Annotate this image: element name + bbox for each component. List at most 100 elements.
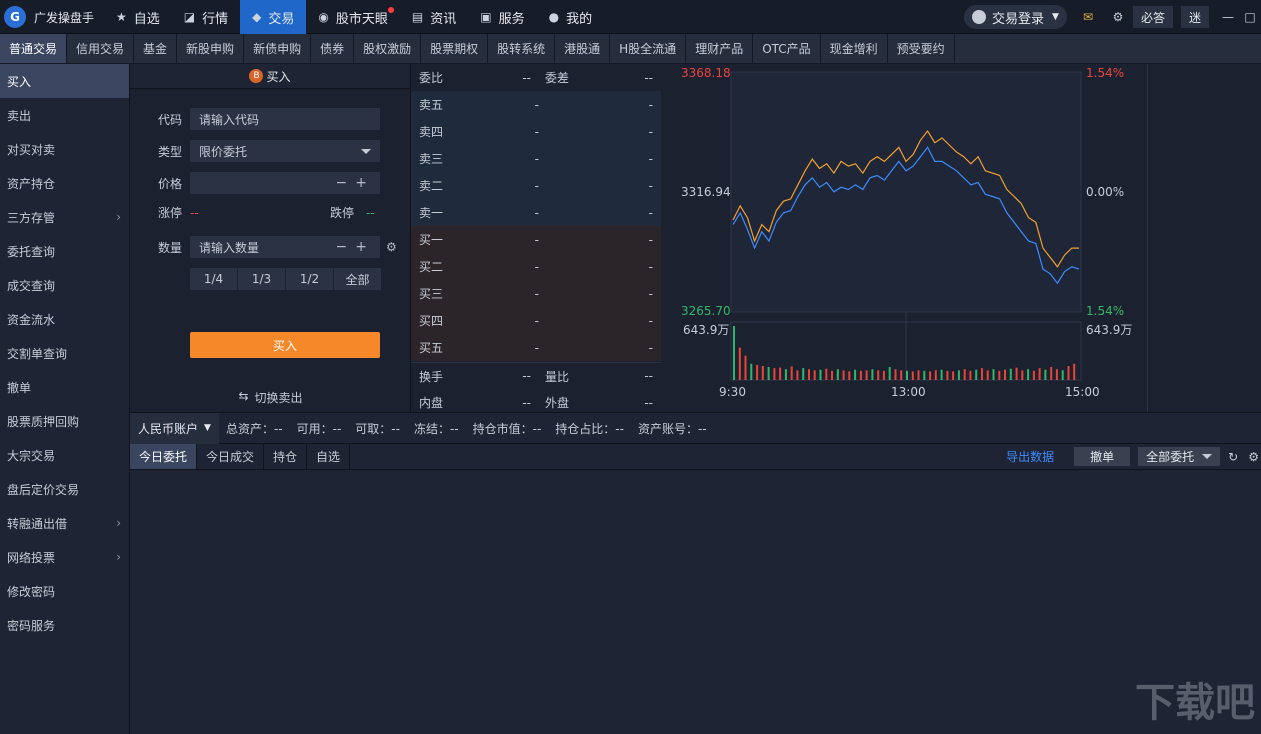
sidebar-item-7[interactable]: 资金流水 <box>0 302 129 336</box>
sidebar-item-1[interactable]: 卖出 <box>0 98 129 132</box>
price-label: 价格 <box>130 175 190 192</box>
order-panel: B买入 代码请输入代码 类型限价委托 价格−+ 涨停--跌停-- 数量请输入数量… <box>130 64 411 412</box>
settings-gear-icon[interactable]: ⚙ <box>386 240 397 254</box>
subnav-0[interactable]: 普通交易 <box>0 34 67 63</box>
nav-label-1: 行情 <box>202 8 228 27</box>
volume-bar <box>1027 369 1029 380</box>
volume-bar <box>900 370 902 380</box>
sidebar-item-label: 买入 <box>7 73 31 90</box>
nav-5[interactable]: ▣服务 <box>468 0 536 34</box>
nav-4[interactable]: ▤资讯 <box>400 0 468 34</box>
chart-svg: 3368.18 3316.94 3265.70 1.54% 0.00% 1.54… <box>661 64 1148 412</box>
sidebar-item-12[interactable]: 盘后定价交易 <box>0 472 129 506</box>
buys-price: - <box>479 260 539 274</box>
nav-icon-1: ◪ <box>184 10 195 24</box>
tab-2[interactable]: 持仓 <box>264 444 307 469</box>
sidebar-item-0[interactable]: 买入 <box>0 64 129 98</box>
price-input[interactable]: −+ <box>190 172 380 194</box>
switch-sell-link[interactable]: ⇆切换卖出 <box>130 389 411 406</box>
sidebar: 买入卖出对买对卖资产持仓三方存管› 委托查询成交查询资金流水交割单查询撤单股票质押… <box>0 64 130 734</box>
quantity-input[interactable]: 请输入数量−+ <box>190 236 380 258</box>
filter-select[interactable]: 全部委托 <box>1138 447 1220 466</box>
sidebar-item-label: 大宗交易 <box>7 447 55 464</box>
subnav-9[interactable]: 港股通 <box>555 34 610 63</box>
sidebar-item-label: 委托查询 <box>7 243 55 260</box>
sidebar-item-11[interactable]: 大宗交易 <box>0 438 129 472</box>
chevron-down-icon: ▼ <box>204 423 211 433</box>
volume-bar <box>877 370 879 380</box>
fraction-button-1[interactable]: 1/3 <box>238 268 285 290</box>
settings-icon[interactable]: ⚙ <box>1248 450 1259 464</box>
quantity-stepper-icon[interactable]: −+ <box>336 239 375 255</box>
nav-icon-5: ▣ <box>480 10 491 24</box>
subnav-5[interactable]: 债券 <box>311 34 354 63</box>
subnav-1[interactable]: 信用交易 <box>67 34 134 63</box>
tab-1[interactable]: 今日成交 <box>197 444 264 469</box>
must-answer-button[interactable]: 必答 <box>1133 6 1173 28</box>
subnav-11[interactable]: 理财产品 <box>686 34 753 63</box>
sidebar-item-4[interactable]: 三方存管› <box>0 200 129 234</box>
subnav-10[interactable]: H股全流通 <box>610 34 686 63</box>
account-select[interactable]: 人民币账户▼ <box>130 413 219 444</box>
fraction-button-0[interactable]: 1/4 <box>190 268 237 290</box>
account-field-1: 可用：-- <box>290 420 349 437</box>
top-right-controls: 交易登录▼ ✉ ⚙ 必答 迷 — □ <box>964 0 1261 34</box>
subnav-6[interactable]: 股权激励 <box>354 34 421 63</box>
nav-0[interactable]: ★自选 <box>104 0 172 34</box>
subnav-3[interactable]: 新股申购 <box>177 34 244 63</box>
volume-right-label: 643.9万 <box>1086 323 1132 337</box>
app-logo-icon: G <box>4 6 26 28</box>
cancel-order-button[interactable]: 撤单 <box>1074 447 1130 466</box>
nav-icon-3: ◉ <box>318 10 328 24</box>
price-stepper-icon[interactable]: −+ <box>336 175 375 191</box>
volume-bar <box>895 369 897 380</box>
sidebar-item-10[interactable]: 股票质押回购 <box>0 404 129 438</box>
trade-login-button[interactable]: 交易登录▼ <box>964 5 1067 29</box>
order-panel-title: 买入 <box>266 68 290 85</box>
trade-sub-nav: 普通交易信用交易基金新股申购新债申购债券股权激励股票期权股转系统港股通H股全流通… <box>0 34 1261 64</box>
price-plot-frame <box>731 72 1081 312</box>
mail-icon[interactable]: ✉ <box>1073 0 1103 34</box>
sidebar-item-9[interactable]: 撤单 <box>0 370 129 404</box>
export-data-link[interactable]: 导出数据 <box>1006 448 1054 465</box>
subnav-12[interactable]: OTC产品 <box>753 34 820 63</box>
volume-bar <box>1033 371 1035 380</box>
nav-1[interactable]: ◪ 行情 <box>172 0 240 34</box>
sidebar-item-15[interactable]: 修改密码 <box>0 574 129 608</box>
volume-bar <box>745 356 747 380</box>
tab-0[interactable]: 今日委托 <box>130 444 197 469</box>
volume-bar <box>906 371 908 380</box>
sidebar-item-6[interactable]: 成交查询 <box>0 268 129 302</box>
sidebar-item-3[interactable]: 资产持仓 <box>0 166 129 200</box>
volume-bar <box>802 368 804 380</box>
subnav-4[interactable]: 新债申购 <box>244 34 311 63</box>
fraction-button-2[interactable]: 1/2 <box>286 268 333 290</box>
sidebar-item-14[interactable]: 网络投票› <box>0 540 129 574</box>
nav-3[interactable]: ◉股市天眼 <box>306 0 400 34</box>
subnav-14[interactable]: 预受要约 <box>888 34 955 63</box>
code-input[interactable]: 请输入代码 <box>190 108 380 130</box>
sidebar-item-16[interactable]: 密码服务 <box>0 608 129 642</box>
volume-bar <box>969 371 971 380</box>
mini-mode-button[interactable]: 迷 <box>1181 6 1209 28</box>
sidebar-item-13[interactable]: 转融通出借› <box>0 506 129 540</box>
subnav-7[interactable]: 股票期权 <box>421 34 488 63</box>
gear-icon[interactable]: ⚙ <box>1103 0 1133 34</box>
sidebar-item-8[interactable]: 交割单查询 <box>0 336 129 370</box>
subnav-8[interactable]: 股转系统 <box>488 34 555 63</box>
tab-3[interactable]: 自选 <box>307 444 350 469</box>
buy-submit-button[interactable]: 买入 <box>190 332 380 358</box>
minimize-button[interactable]: — <box>1217 10 1239 24</box>
fraction-button-3[interactable]: 全部 <box>334 268 381 290</box>
sidebar-item-2[interactable]: 对买对卖 <box>0 132 129 166</box>
order-type-select[interactable]: 限价委托 <box>190 140 380 162</box>
sells-price: - <box>479 179 539 193</box>
nav-6[interactable]: ●我的 <box>537 0 605 34</box>
refresh-icon[interactable]: ↻ <box>1228 450 1238 464</box>
sidebar-item-5[interactable]: 委托查询 <box>0 234 129 268</box>
subnav-2[interactable]: 基金 <box>134 34 177 63</box>
subnav-13[interactable]: 现金增利 <box>821 34 888 63</box>
maximize-button[interactable]: □ <box>1239 10 1261 24</box>
turnover-label: 换手 <box>419 368 479 385</box>
nav-2[interactable]: ◆交易 <box>240 0 306 34</box>
